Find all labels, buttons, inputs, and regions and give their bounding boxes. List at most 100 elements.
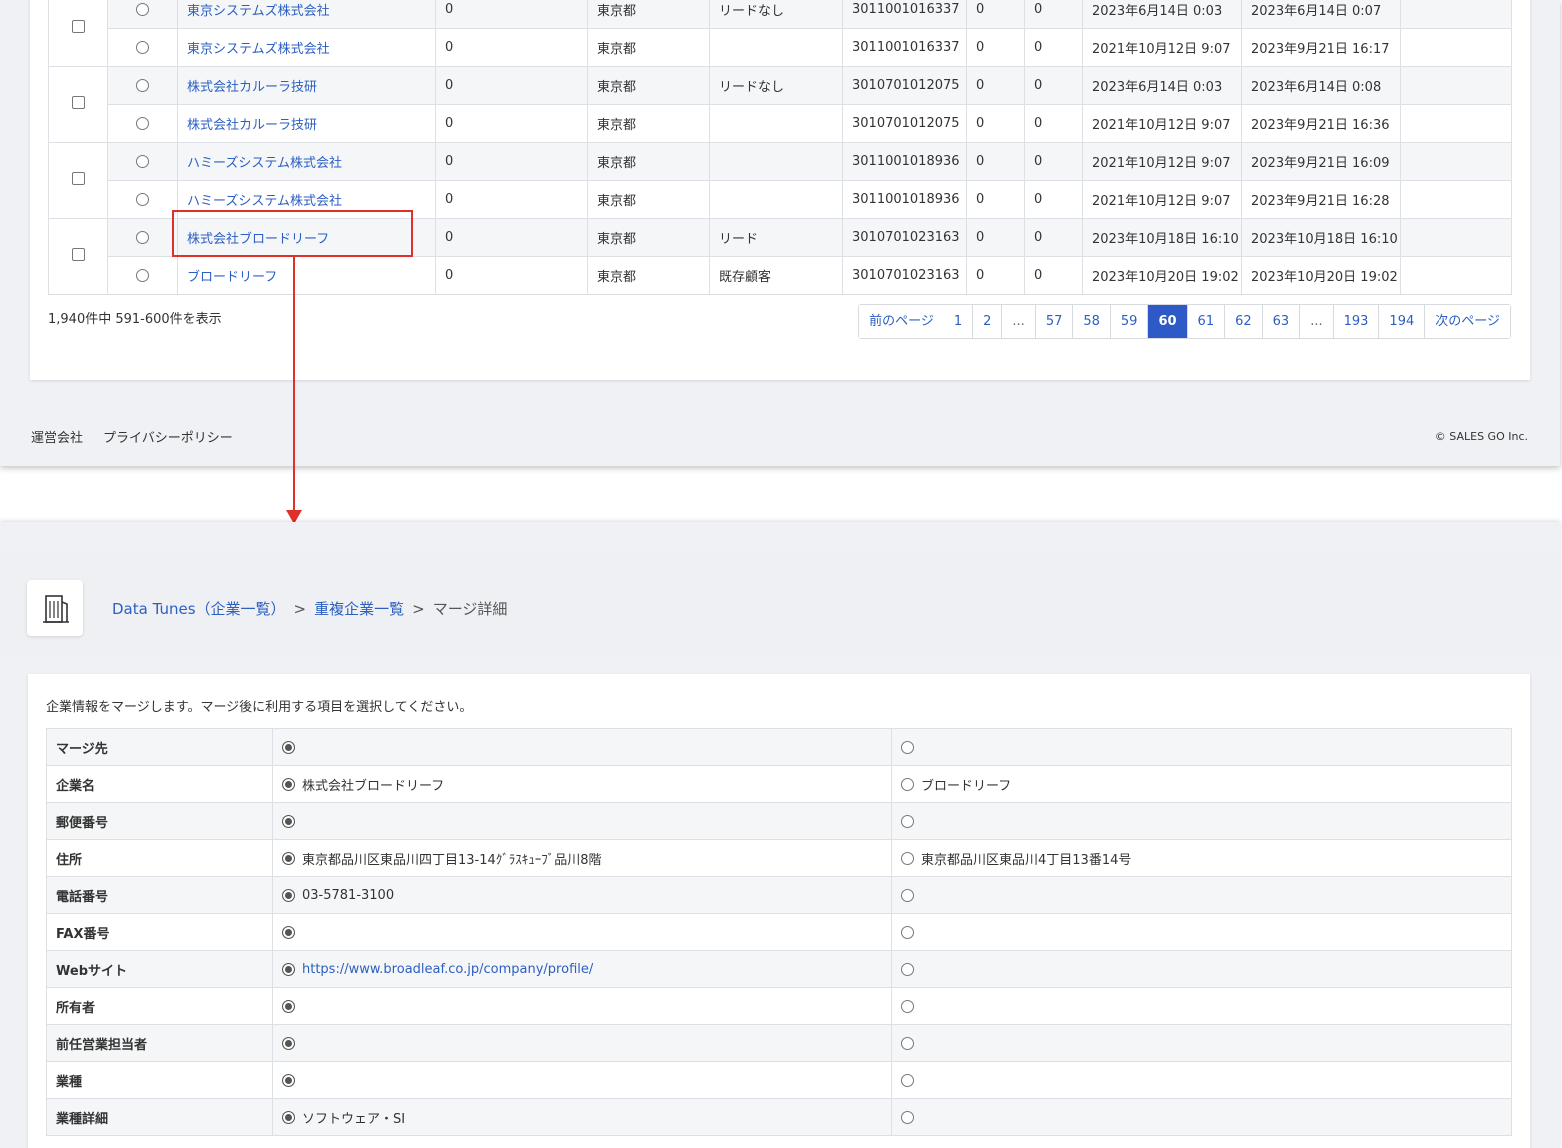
page-number-button[interactable]: 63 xyxy=(1261,305,1300,338)
result-count-text: 1,940件中 591-600件を表示 xyxy=(48,312,222,327)
merge-option-right[interactable] xyxy=(901,1036,1511,1050)
row-select-radio[interactable] xyxy=(136,231,149,244)
merge-option-radio[interactable] xyxy=(901,925,914,939)
merge-option-radio[interactable] xyxy=(282,777,295,791)
page-number-button[interactable]: 62 xyxy=(1224,305,1262,338)
page-number-button[interactable]: 58 xyxy=(1072,305,1110,338)
row-select-radio[interactable] xyxy=(136,269,149,282)
merge-option-left[interactable]: 株式会社ブロードリーフ xyxy=(282,775,891,794)
breadcrumb-root-link[interactable]: Data Tunes（企業一覧） xyxy=(112,598,286,619)
company-name-link[interactable]: 東京システムズ株式会社 xyxy=(187,4,330,19)
created-at-cell: 2023年6月14日 0:03 xyxy=(1082,0,1242,29)
row-select-radio[interactable] xyxy=(136,155,149,168)
merge-option-radio[interactable] xyxy=(282,1110,295,1124)
breadcrumb-parent-link[interactable]: 重複企業一覧 xyxy=(314,598,404,619)
row-select-radio[interactable] xyxy=(136,193,149,206)
created-at-cell: 2023年10月18日 16:10 xyxy=(1082,218,1242,257)
page-number-button[interactable]: 60 xyxy=(1147,305,1187,338)
company-name-link[interactable]: ハミーズシステム株式会社 xyxy=(187,156,342,171)
merge-option-left[interactable] xyxy=(282,925,891,939)
table-row: ハミーズシステム株式会社 0 東京都 3011001018936 0 0 2021年10月1… xyxy=(48,142,1512,219)
row-select-radio[interactable] xyxy=(136,41,149,54)
merge-option-radio[interactable] xyxy=(901,1073,914,1087)
footer-link-privacy[interactable]: プライバシーポリシー xyxy=(103,427,233,446)
merge-option-radio[interactable] xyxy=(282,1073,295,1087)
group-select-checkbox[interactable] xyxy=(71,248,85,261)
merge-option-left[interactable]: https://www.broadleaf.co.jp/company/prof… xyxy=(282,962,891,977)
breadcrumb-separator: > xyxy=(412,599,425,618)
merge-option-radio[interactable] xyxy=(282,999,295,1013)
count-cell: 0 xyxy=(435,218,588,257)
company-name-link[interactable]: 東京システムズ株式会社 xyxy=(187,42,330,57)
merge-option-radio[interactable] xyxy=(901,962,914,976)
merge-option-right[interactable] xyxy=(901,1110,1511,1124)
merge-option-left[interactable]: ソフトウェア・SI xyxy=(282,1108,891,1127)
merge-option-radio[interactable] xyxy=(282,740,295,754)
next-page-button[interactable]: 次のページ xyxy=(1424,305,1510,338)
lead-status-cell: リードなし xyxy=(709,0,843,29)
merge-option-radio[interactable] xyxy=(901,814,914,828)
merge-option-right[interactable] xyxy=(901,740,1511,754)
number-cell: 0 xyxy=(966,180,1025,219)
page-number-button[interactable]: 194 xyxy=(1378,305,1425,338)
company-name-link[interactable]: ハミーズシステム株式会社 xyxy=(187,194,342,209)
merge-option-radio[interactable] xyxy=(901,740,914,754)
merge-option-left-cell: https://www.broadleaf.co.jp/company/prof… xyxy=(272,950,892,988)
website-link[interactable]: https://www.broadleaf.co.jp/company/prof… xyxy=(302,962,593,977)
merge-option-right[interactable] xyxy=(901,962,1511,976)
merge-option-radio[interactable] xyxy=(901,1110,914,1124)
group-select-checkbox[interactable] xyxy=(71,20,85,33)
merge-option-left[interactable]: 東京都品川区東品川四丁目13-14ｸﾞﾗｽｷｭｰﾌﾞ品川8階 xyxy=(282,849,891,868)
merge-option-right[interactable]: ブロードリーフ xyxy=(901,775,1511,794)
footer-link-company[interactable]: 運営会社 xyxy=(31,427,83,446)
prev-page-button[interactable]: 前のページ xyxy=(859,305,944,338)
merge-option-left[interactable]: 03-5781-3100 xyxy=(282,888,891,903)
updated-at-cell: 2023年6月14日 0:08 xyxy=(1241,66,1401,105)
merge-option-radio[interactable] xyxy=(282,888,295,902)
merge-field-label: 業種 xyxy=(46,1061,273,1099)
page-number-button[interactable]: 59 xyxy=(1109,305,1148,338)
lead-status-cell: リードなし xyxy=(709,66,843,105)
merge-option-radio[interactable] xyxy=(282,925,295,939)
number-cell: 0 xyxy=(1024,0,1083,29)
breadcrumb-current: マージ詳細 xyxy=(432,600,508,618)
company-name-link[interactable]: ブロードリーフ xyxy=(187,270,277,285)
merge-option-radio[interactable] xyxy=(901,777,914,791)
group-select-checkbox[interactable] xyxy=(71,96,85,109)
merge-field-row: 前任営業担当者 xyxy=(46,1024,1512,1062)
page-number-button[interactable]: 61 xyxy=(1186,305,1225,338)
merge-option-right[interactable] xyxy=(901,1073,1511,1087)
merge-option-radio[interactable] xyxy=(901,888,914,902)
merge-option-right[interactable] xyxy=(901,999,1511,1013)
merge-option-left[interactable] xyxy=(282,1073,891,1087)
merge-option-right-cell xyxy=(891,802,1512,840)
merge-option-left[interactable] xyxy=(282,740,891,754)
merge-option-left[interactable] xyxy=(282,999,891,1013)
row-select-radio[interactable] xyxy=(136,79,149,92)
merge-option-left[interactable] xyxy=(282,814,891,828)
page-number-button[interactable]: 1 xyxy=(943,305,973,338)
updated-at-cell: 2023年6月14日 0:07 xyxy=(1241,0,1401,29)
merge-option-radio[interactable] xyxy=(282,1036,295,1050)
company-name-link[interactable]: 株式会社カルーラ技研 xyxy=(187,118,317,133)
page-number-button[interactable]: 193 xyxy=(1332,305,1379,338)
company-name-link[interactable]: 株式会社カルーラ技研 xyxy=(187,80,317,95)
merge-option-radio[interactable] xyxy=(901,851,914,865)
merge-option-left[interactable] xyxy=(282,1036,891,1050)
merge-option-radio[interactable] xyxy=(901,999,914,1013)
merge-option-radio[interactable] xyxy=(282,962,295,976)
row-select-radio[interactable] xyxy=(136,3,149,16)
row-select-radio[interactable] xyxy=(136,117,149,130)
updated-at-cell: 2023年10月18日 16:10 xyxy=(1241,218,1401,257)
created-at-cell: 2021年10月12日 9:07 xyxy=(1082,180,1242,219)
page-number-button[interactable]: 57 xyxy=(1034,305,1073,338)
merge-option-radio[interactable] xyxy=(282,814,295,828)
group-select-checkbox[interactable] xyxy=(71,172,85,185)
page-number-button[interactable]: 2 xyxy=(972,305,1002,338)
merge-option-right[interactable]: 東京都品川区東品川4丁目13番14号 xyxy=(901,849,1511,868)
merge-option-right[interactable] xyxy=(901,814,1511,828)
merge-option-right[interactable] xyxy=(901,925,1511,939)
merge-option-radio[interactable] xyxy=(282,851,295,865)
merge-option-right[interactable] xyxy=(901,888,1511,902)
merge-option-radio[interactable] xyxy=(901,1036,914,1050)
